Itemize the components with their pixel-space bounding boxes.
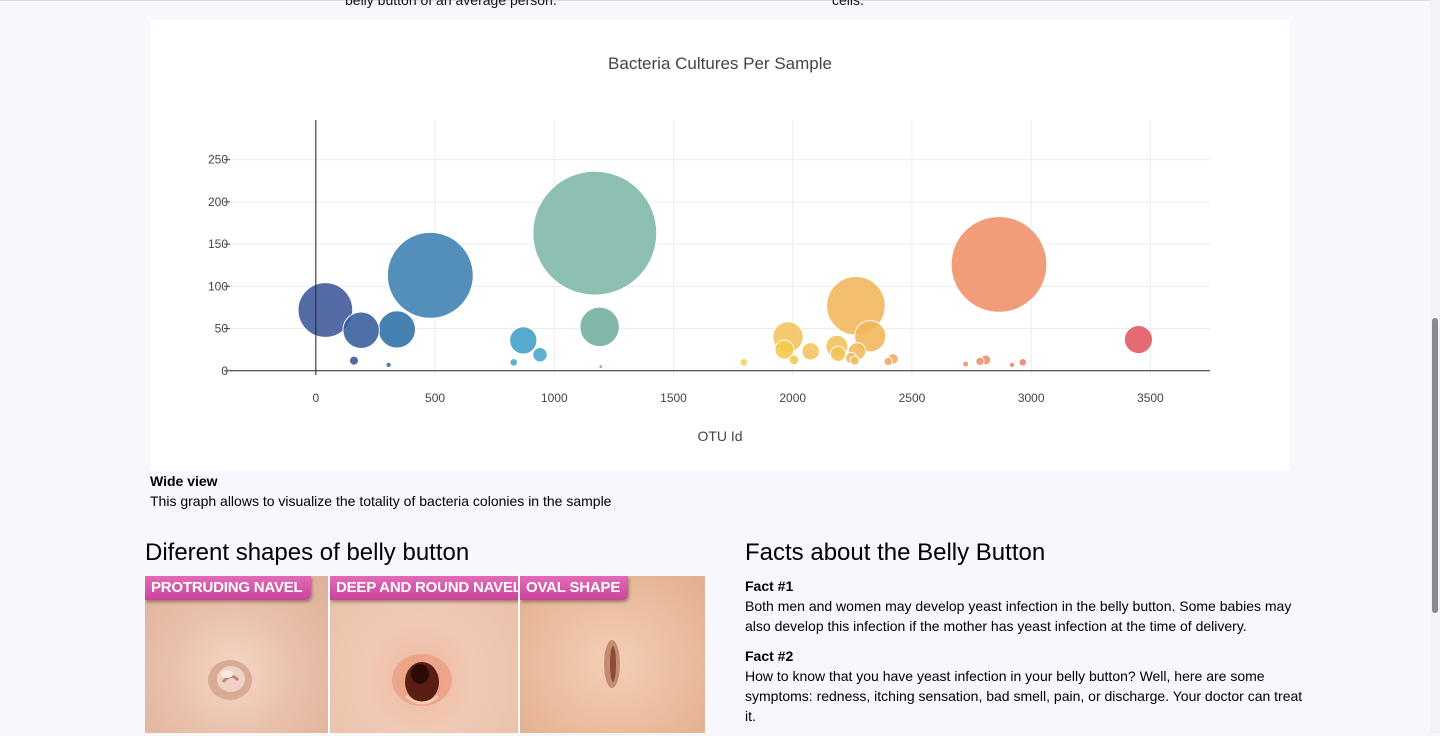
bubble-point[interactable] [532, 170, 658, 296]
bubble-point[interactable] [962, 360, 970, 368]
bubble-point[interactable] [532, 347, 548, 363]
x-tick-label: 2500 [899, 391, 926, 405]
bubble-point[interactable] [509, 358, 519, 367]
bubble-point[interactable] [829, 345, 847, 362]
shapes-heading: Diferent shapes of belly button [145, 539, 470, 566]
y-tick-label: 150 [208, 237, 228, 251]
fact-title: Fact #2 [745, 648, 794, 664]
x-tick-label: 1500 [660, 391, 687, 405]
protruding-navel-label: PROTRUDING NAVEL [145, 576, 311, 600]
bubble-series [297, 170, 1154, 369]
y-tick-label: 50 [215, 322, 229, 336]
fact-title: Fact #1 [745, 578, 794, 594]
fact-body: Both men and women may develop yeast inf… [745, 598, 1292, 634]
bubble-chart-card[interactable]: 0 500 1000 1500 2000 2500 3000 3500 0 50 100 150 200… [150, 20, 1290, 470]
bubble-point[interactable] [975, 356, 985, 367]
bubble-point[interactable] [1123, 324, 1154, 355]
wide-view-caption: Wide view This graph allows to visualize… [150, 471, 1050, 511]
top-divider [0, 0, 1440, 1]
y-tick-label: 0 [221, 364, 228, 378]
y-tick-label: 200 [208, 195, 228, 209]
bubble-point[interactable] [377, 310, 417, 349]
bubble-point[interactable] [883, 356, 893, 367]
bubble-point[interactable] [509, 326, 538, 355]
oval-navel-panel: OVAL SHAPE [520, 576, 705, 733]
bubble-point[interactable] [849, 355, 860, 366]
x-tick-label: 1000 [541, 391, 568, 405]
x-axis-title: OTU Id [697, 428, 742, 444]
facts-list: Fact #1 Both men and women may develop y… [745, 576, 1315, 736]
deep-navel-label: DEEP AND ROUND NAVEL [330, 576, 518, 600]
bubble-point[interactable] [342, 311, 380, 349]
wide-view-title: Wide view [150, 473, 218, 489]
page-scrollbar[interactable] [1430, 0, 1440, 733]
bubble-point[interactable] [1018, 358, 1028, 367]
bubble-point[interactable] [579, 306, 620, 348]
navel-shapes-image: PROTRUDING NAVEL DEEP AND ROUND NAVEL OV… [145, 576, 705, 733]
bubble-chart[interactable]: 0 500 1000 1500 2000 2500 3000 3500 0 50 100 150 200… [150, 20, 1290, 470]
bubble-point[interactable] [598, 364, 604, 369]
bubble-point[interactable] [1008, 361, 1016, 369]
wide-view-description: This graph allows to visualize the total… [150, 493, 612, 509]
fact-body: How to know that you have yeast infectio… [745, 668, 1303, 724]
bubble-point[interactable] [386, 231, 474, 319]
bubble-point[interactable] [348, 355, 360, 366]
x-tick-label: 3500 [1137, 391, 1164, 405]
cut-text-right: cells. [832, 0, 864, 8]
scrollbar-thumb[interactable] [1432, 318, 1438, 613]
bubble-point[interactable] [801, 342, 820, 361]
bubble-point[interactable] [788, 354, 800, 366]
oval-navel-label: OVAL SHAPE [520, 576, 629, 600]
facts-heading: Facts about the Belly Button [745, 539, 1046, 566]
y-tick-label: 100 [208, 279, 228, 293]
deep-navel-panel: DEEP AND ROUND NAVEL [330, 576, 518, 733]
x-tick-label: 500 [425, 391, 445, 405]
cut-text-left: belly button of an average person. [345, 0, 557, 8]
protruding-navel-panel: PROTRUDING NAVEL [145, 576, 328, 733]
bubble-point[interactable] [739, 358, 749, 367]
y-tick-label: 250 [208, 153, 228, 167]
bubble-point[interactable] [385, 361, 392, 369]
chart-title: Bacteria Cultures Per Sample [608, 54, 832, 73]
x-tick-label: 3000 [1018, 391, 1045, 405]
x-tick-label: 0 [312, 391, 319, 405]
x-tick-label: 2000 [779, 391, 806, 405]
bubble-point[interactable] [950, 216, 1048, 313]
